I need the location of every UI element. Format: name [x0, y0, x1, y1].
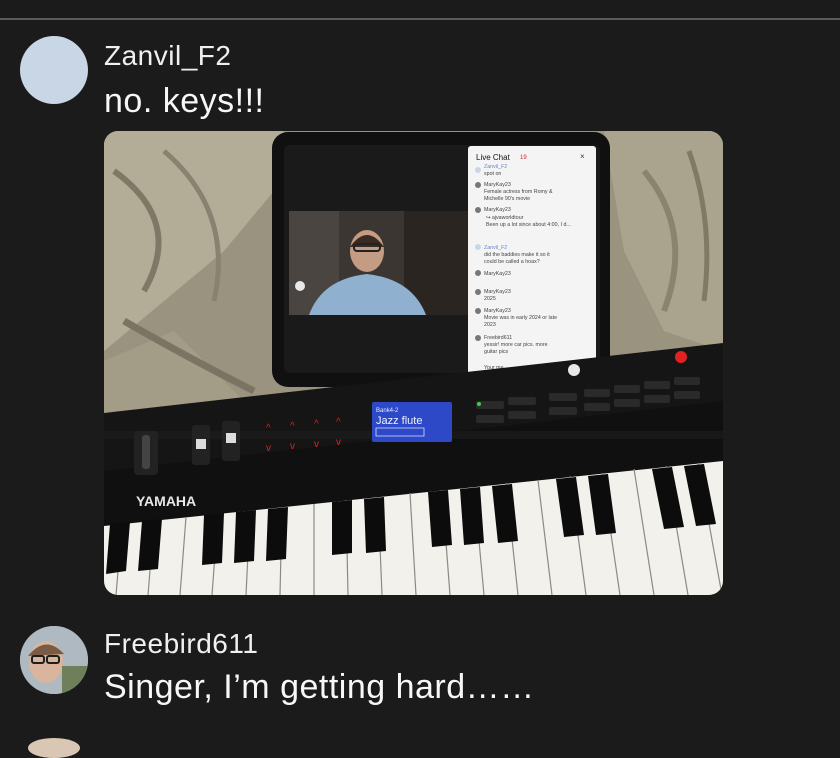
- svg-text:v: v: [290, 441, 295, 452]
- svg-text:v: v: [266, 443, 271, 454]
- chat-user: MaryKay23: [484, 271, 511, 277]
- comment-message: Singer, I’m getting hard……: [104, 668, 535, 706]
- comment-message: no. keys!!!: [104, 82, 265, 120]
- chat-user: Zanvil_F2: [484, 245, 507, 251]
- svg-text:^: ^: [266, 423, 271, 434]
- top-divider: [0, 18, 840, 20]
- svg-text:^: ^: [290, 421, 295, 432]
- chat-user: Zanvil_F2: [484, 164, 507, 170]
- chat-text: Female actress from Romy &: [484, 189, 553, 195]
- avatar[interactable]: [20, 626, 88, 694]
- chat-text: spot on: [484, 171, 501, 177]
- chat-user: Freebird611: [484, 335, 512, 341]
- chat-user: MaryKay23: [484, 207, 511, 213]
- chat-text: 2023: [484, 322, 496, 328]
- svg-text:^: ^: [314, 419, 319, 430]
- comment-username[interactable]: Zanvil_F2: [104, 40, 231, 72]
- viewer-count: 19: [520, 155, 527, 161]
- chat-text: ↪ ajvaworldtour: [486, 215, 524, 221]
- chat-text: did the baddies make it so it: [484, 252, 550, 258]
- keyboard-brand: YAMAHA: [136, 493, 196, 509]
- chat-user: MaryKay23: [484, 308, 511, 314]
- chat-text: 2025: [484, 296, 496, 302]
- live-chat-title: Live Chat: [476, 153, 511, 162]
- avatar[interactable]: [20, 36, 88, 104]
- display-bank: Bank4-2: [376, 408, 399, 414]
- chat-text: Been up a lot since about 4:00, I d...: [486, 222, 571, 228]
- comment-username[interactable]: Freebird611: [104, 628, 258, 660]
- svg-text:v: v: [336, 437, 341, 448]
- chat-text: Movie was in early 2024 or late: [484, 315, 557, 321]
- close-icon[interactable]: ×: [580, 152, 585, 161]
- chat-user: MaryKay23: [484, 182, 511, 188]
- chat-user: MaryKay23: [484, 289, 511, 295]
- avatar[interactable]: [28, 738, 80, 758]
- svg-text:v: v: [314, 439, 319, 450]
- chat-text: Michelle 90's movie: [484, 196, 530, 202]
- chat-text: guitar pics: [484, 349, 508, 355]
- chat-text: yessir! more car pics. more: [484, 342, 548, 348]
- comment-photo[interactable]: Live Chat 19 × Zanvil_F2 spot on MaryKay…: [104, 131, 723, 595]
- svg-text:^: ^: [336, 417, 341, 428]
- display-voice: Jazz flute: [376, 415, 422, 427]
- chat-text: could be called a hoax?: [484, 259, 540, 265]
